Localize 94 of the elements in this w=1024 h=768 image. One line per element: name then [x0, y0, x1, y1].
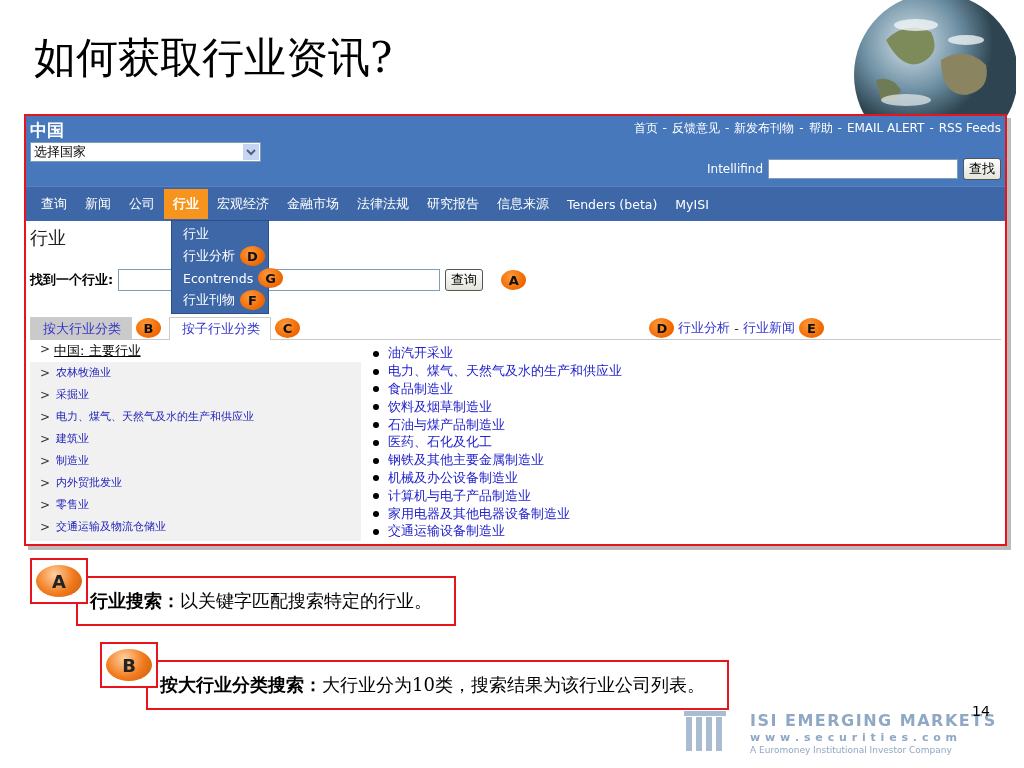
bullet-icon: [373, 493, 379, 500]
callout-marker: A: [30, 558, 88, 604]
subindustry-link[interactable]: 钢铁及其他主要金属制造业: [388, 452, 544, 470]
nav-tab[interactable]: 查询: [32, 189, 76, 219]
bullet-icon: [373, 475, 379, 482]
category-tab[interactable]: 按子行业分类: [169, 316, 271, 340]
header-link[interactable]: 首页: [633, 120, 658, 136]
search-label: Intellifind: [707, 162, 763, 176]
subindustry-link[interactable]: 油汽开采业: [388, 345, 453, 363]
link-separator: -: [662, 120, 667, 136]
country-title: 中国: [30, 120, 65, 140]
header-link[interactable]: EMAIL ALERT: [846, 120, 925, 136]
subindustry-link[interactable]: 饮料及烟草制造业: [388, 398, 492, 416]
callout-marker: D: [240, 246, 265, 266]
bullet-icon: [373, 368, 379, 375]
industry-link[interactable]: 行业分析: [678, 319, 731, 337]
menu-item[interactable]: 行业分析: [172, 247, 238, 265]
header-link[interactable]: 帮助: [808, 120, 833, 136]
page-heading: 行业: [30, 226, 66, 250]
bullet-icon: [373, 386, 379, 393]
header-link[interactable]: 新发布刊物: [734, 120, 795, 136]
menu-item[interactable]: 行业刊物: [172, 291, 238, 309]
nav-tab[interactable]: 金融市场: [278, 189, 348, 219]
callout-marker: C: [275, 318, 300, 338]
category-tab[interactable]: 按大行业分类: [30, 316, 132, 340]
nav-tab[interactable]: MyISI: [666, 190, 718, 218]
link-separator: -: [929, 120, 934, 136]
menu-item[interactable]: Econtrends: [172, 270, 257, 286]
chevron-right-icon: >: [40, 498, 51, 512]
chevron-down-icon: [243, 144, 259, 160]
callout-text: 行业搜索：以关键字匹配搜索特定的行业。: [76, 576, 456, 626]
country-dropdown[interactable]: 选择国家: [30, 142, 261, 162]
callout-text: 按大行业分类搜索：大行业分为10类，搜索结果为该行业公司列表。: [146, 660, 729, 710]
callout-marker: A: [501, 270, 527, 290]
link-separator: -: [724, 120, 730, 136]
chevron-right-icon: >: [40, 388, 51, 402]
nav-tab[interactable]: 信息来源: [488, 189, 558, 219]
link-separator: -: [799, 120, 804, 136]
chevron-right-icon: >: [40, 366, 51, 380]
query-button[interactable]: 查询: [445, 269, 484, 291]
chevron-right-icon: >: [40, 410, 51, 424]
bullet-icon: [373, 350, 379, 357]
category-heading[interactable]: 中国: 主要行业: [54, 342, 141, 360]
bullet-icon: [373, 422, 379, 429]
chevron-right-icon: >: [40, 476, 51, 490]
callout-marker: E: [799, 318, 824, 338]
link-separator: -: [837, 120, 842, 136]
chevron-right-icon: >: [40, 342, 51, 360]
subindustry-link[interactable]: 食品制造业: [388, 381, 453, 398]
nav-tab[interactable]: Tenders (beta): [558, 190, 667, 218]
logo-tagline: A Euromoney Institutional Investor Company: [750, 745, 953, 755]
chevron-right-icon: >: [40, 520, 51, 534]
slide-title: 如何获取行业资讯?: [34, 32, 393, 84]
nav-tab[interactable]: 宏观经济: [208, 189, 278, 219]
header-link[interactable]: RSS Feeds: [938, 120, 1001, 136]
callout-marker: D: [649, 318, 675, 338]
subindustry-link[interactable]: 石油与煤产品制造业: [388, 416, 505, 434]
nav-tab[interactable]: 研究报告: [418, 189, 488, 219]
callout-marker: F: [240, 290, 265, 310]
subindustry-link[interactable]: 家用电器及其他电器设备制造业: [388, 505, 570, 523]
field-label: 找到一个行业:: [30, 271, 114, 289]
industry-link[interactable]: 行业新闻: [743, 319, 795, 337]
callout-marker: B: [100, 642, 158, 688]
chevron-right-icon: >: [40, 432, 51, 446]
subindustry-link[interactable]: 计算机与电子产品制造业: [388, 487, 531, 505]
subindustry-link[interactable]: 机械及办公设备制造业: [388, 469, 518, 487]
nav-tab[interactable]: 公司: [120, 189, 164, 219]
bullet-icon: [373, 457, 379, 464]
subindustry-link[interactable]: 电力、煤气、天然气及水的生产和供应业: [388, 363, 622, 381]
bullet-icon: [373, 528, 379, 535]
category-link[interactable]: 零售业: [56, 498, 90, 512]
nav-tab[interactable]: 法律法规: [348, 189, 418, 219]
category-link[interactable]: 建筑业: [56, 432, 90, 446]
nav-tab[interactable]: 新闻: [76, 189, 120, 219]
callout-marker: G: [258, 268, 284, 288]
logo-url: w w w . s e c u r i t i e s . c o m: [750, 731, 959, 744]
search-field[interactable]: [768, 159, 958, 179]
category-link[interactable]: 电力、煤气、天然气及水的生产和供应业: [56, 410, 255, 424]
bullet-icon: [373, 511, 379, 518]
link-separator: -: [734, 320, 739, 336]
bullet-icon: [373, 439, 379, 446]
menu-item[interactable]: 行业: [172, 225, 212, 243]
category-link[interactable]: 制造业: [56, 454, 90, 468]
subindustry-link[interactable]: 交通运输设备制造业: [388, 523, 505, 541]
category-link[interactable]: 农林牧渔业: [56, 366, 112, 380]
chevron-right-icon: >: [40, 454, 51, 468]
category-link[interactable]: 交通运输及物流仓储业: [56, 520, 167, 534]
subindustry-link[interactable]: 医药、石化及化工: [388, 434, 492, 452]
callout-marker: B: [136, 318, 161, 338]
search-button[interactable]: 查找: [963, 158, 1001, 180]
category-link[interactable]: 采掘业: [56, 388, 90, 402]
bullet-icon: [373, 404, 379, 411]
header-link[interactable]: 反馈意见: [671, 120, 720, 136]
category-link[interactable]: 内外贸批发业: [56, 476, 123, 490]
